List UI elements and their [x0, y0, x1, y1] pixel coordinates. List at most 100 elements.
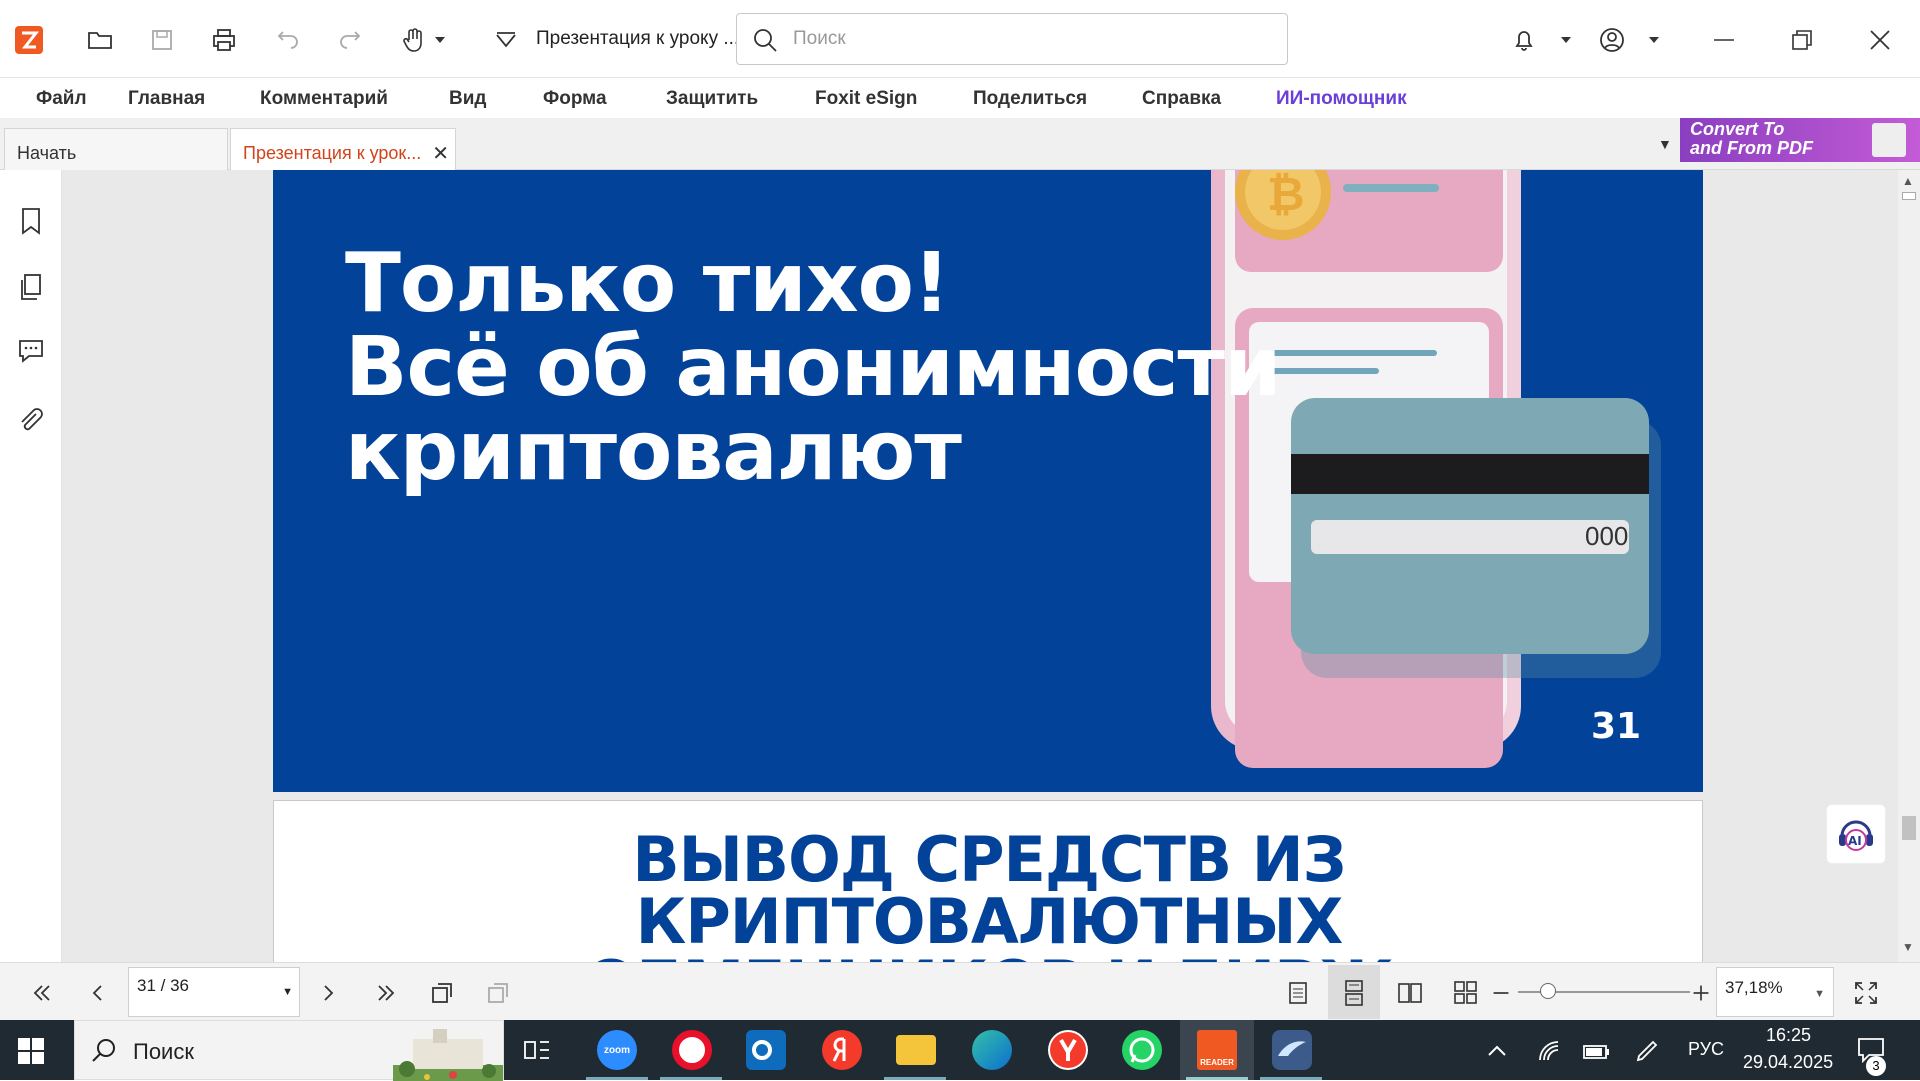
hand-tool-dropdown-icon[interactable]	[430, 20, 450, 60]
next-page-icon[interactable]	[312, 977, 344, 1009]
zoom-level-field[interactable]: 37,18% ▼	[1716, 967, 1834, 1017]
outlook-icon[interactable]	[746, 1030, 786, 1070]
tab-close-icon[interactable]: ✕	[432, 141, 449, 166]
clock-time[interactable]: 16:25	[1766, 1025, 1811, 1046]
menu-comment[interactable]: Комментарий	[260, 88, 388, 110]
zoom-out-icon[interactable]	[1488, 977, 1514, 1009]
menu-file[interactable]: Файл	[36, 88, 87, 110]
status-bar: 31 / 36 ▼ 37,18% ▼	[0, 962, 1920, 1020]
whatsapp-icon[interactable]	[1122, 1030, 1162, 1070]
scroll-up-icon[interactable]: ▲	[1902, 174, 1914, 188]
minimize-icon[interactable]	[1704, 20, 1744, 60]
tab-document-label: Презентация к урок...	[243, 143, 422, 163]
edge-icon[interactable]	[972, 1030, 1012, 1070]
tab-start[interactable]: Начать	[4, 128, 228, 170]
previous-page-icon[interactable]	[82, 977, 114, 1009]
next-view-icon[interactable]	[482, 977, 514, 1009]
title-bar: Презентация к уроку ...	[0, 0, 1920, 78]
quick-access-icon[interactable]	[486, 20, 526, 60]
zoom-slider-thumb[interactable]	[1540, 983, 1556, 999]
zoom-app-icon[interactable]: zoom	[597, 1030, 637, 1070]
page-dropdown-icon[interactable]: ▼	[282, 986, 293, 998]
zoom-dropdown-icon[interactable]: ▼	[1814, 988, 1825, 1000]
slide-32-title-line: ОБМЕННИКОВ И БИРЖ	[274, 953, 1702, 963]
slide-32-title-line: ВЫВОД СРЕДСТВ ИЗ КРИПТОВАЛЮТНЫХ	[632, 823, 1346, 958]
bell-icon[interactable]	[1504, 20, 1544, 60]
scroll-top-marker	[1902, 192, 1916, 200]
slide-31: ₿ 000 Только тихо! Всё об анонимности кр…	[273, 170, 1703, 792]
save-icon[interactable]	[142, 20, 182, 60]
file-explorer-icon[interactable]	[896, 1035, 936, 1065]
hand-tool-icon[interactable]	[394, 20, 434, 60]
menu-protect[interactable]: Защитить	[666, 88, 758, 110]
search-box[interactable]	[736, 13, 1288, 65]
close-icon[interactable]	[1860, 20, 1900, 60]
attachment-icon[interactable]	[16, 406, 46, 436]
zoom-in-icon[interactable]	[1688, 977, 1714, 1009]
slide-31-title-line: Только тихо!	[345, 236, 950, 331]
menu-view[interactable]: Вид	[449, 88, 486, 110]
convert-pdf-banner[interactable]: Convert To and From PDF	[1680, 118, 1920, 162]
menu-home[interactable]: Главная	[128, 88, 205, 110]
tab-document[interactable]: Презентация к урок... ✕	[230, 128, 456, 170]
search-icon	[754, 29, 777, 52]
restore-icon[interactable]	[1782, 20, 1822, 60]
notification-count-badge: 3	[1866, 1056, 1886, 1076]
opera-icon[interactable]	[672, 1030, 712, 1070]
yandex-icon[interactable]	[822, 1030, 862, 1070]
menu-help[interactable]: Справка	[1142, 88, 1221, 110]
document-view[interactable]: ₿ 000 Только тихо! Всё об анонимности кр…	[62, 170, 1898, 962]
vertical-scrollbar[interactable]: ▲ ▼	[1898, 170, 1920, 962]
comments-icon[interactable]	[16, 336, 46, 366]
yandex-browser-icon[interactable]	[1048, 1030, 1088, 1070]
snipping-app-icon[interactable]	[1272, 1030, 1312, 1070]
bookmark-icon[interactable]	[16, 206, 46, 236]
taskbar-search-icon	[92, 1039, 115, 1062]
continuous-facing-view-icon[interactable]	[1450, 977, 1482, 1009]
first-page-icon[interactable]	[26, 977, 58, 1009]
slide-32-title: ВЫВОД СРЕДСТВ ИЗ КРИПТОВАЛЮТНЫХ ОБМЕННИК…	[274, 823, 1702, 963]
print-icon[interactable]	[204, 20, 244, 60]
battery-icon[interactable]	[1582, 1038, 1610, 1064]
redo-icon[interactable]	[330, 20, 370, 60]
menu-share[interactable]: Поделиться	[973, 88, 1087, 110]
single-page-view-icon[interactable]	[1282, 977, 1314, 1009]
input-language[interactable]: РУС	[1688, 1039, 1724, 1060]
page-number-value: 31 / 36	[137, 976, 189, 995]
last-page-icon[interactable]	[370, 977, 402, 1009]
clock-date[interactable]: 29.04.2025	[1743, 1052, 1833, 1073]
fullscreen-icon[interactable]	[1850, 977, 1882, 1009]
menu-form[interactable]: Форма	[543, 88, 607, 110]
open-folder-icon[interactable]	[80, 20, 120, 60]
account-icon[interactable]	[1592, 20, 1632, 60]
ai-assistant-icon: AI	[1839, 820, 1873, 851]
tab-list-dropdown-icon[interactable]: ▼	[1658, 136, 1672, 152]
ai-assistant-button[interactable]: AI	[1826, 804, 1886, 864]
pen-icon[interactable]	[1634, 1038, 1660, 1064]
undo-icon[interactable]	[268, 20, 308, 60]
pages-icon[interactable]	[16, 272, 46, 302]
foxit-reader-taskbar-icon[interactable]: READER	[1197, 1030, 1237, 1070]
task-view-icon[interactable]	[522, 1035, 552, 1065]
menu-esign[interactable]: Foxit eSign	[815, 88, 917, 110]
taskbar-search[interactable]: Поиск	[74, 1020, 504, 1081]
search-input[interactable]	[793, 24, 1263, 54]
bell-dropdown-icon[interactable]	[1556, 20, 1576, 60]
app-logo-icon[interactable]	[15, 26, 43, 54]
page-number-field[interactable]: 31 / 36 ▼	[128, 967, 300, 1017]
scroll-thumb[interactable]	[1902, 816, 1916, 840]
menu-ai-assistant[interactable]: ИИ-помощник	[1276, 88, 1407, 110]
previous-view-icon[interactable]	[426, 977, 458, 1009]
slide-31-title-line: Всё об анонимности	[345, 320, 1281, 415]
tab-start-label: Начать	[17, 143, 77, 163]
card-number-text: 000	[1585, 521, 1628, 551]
windows-taskbar: Поиск zoom READER РУС 16:25 29.04.2025 3	[0, 1020, 1920, 1081]
facing-view-icon[interactable]	[1394, 977, 1426, 1009]
scroll-down-icon[interactable]: ▼	[1902, 940, 1914, 954]
tray-overflow-icon[interactable]	[1486, 1040, 1508, 1062]
slide-32: ВЫВОД СРЕДСТВ ИЗ КРИПТОВАЛЮТНЫХ ОБМЕННИК…	[273, 800, 1703, 962]
wifi-icon[interactable]	[1536, 1038, 1562, 1064]
windows-start-icon[interactable]	[18, 1038, 44, 1064]
account-dropdown-icon[interactable]	[1644, 20, 1664, 60]
continuous-view-icon[interactable]	[1338, 977, 1370, 1009]
